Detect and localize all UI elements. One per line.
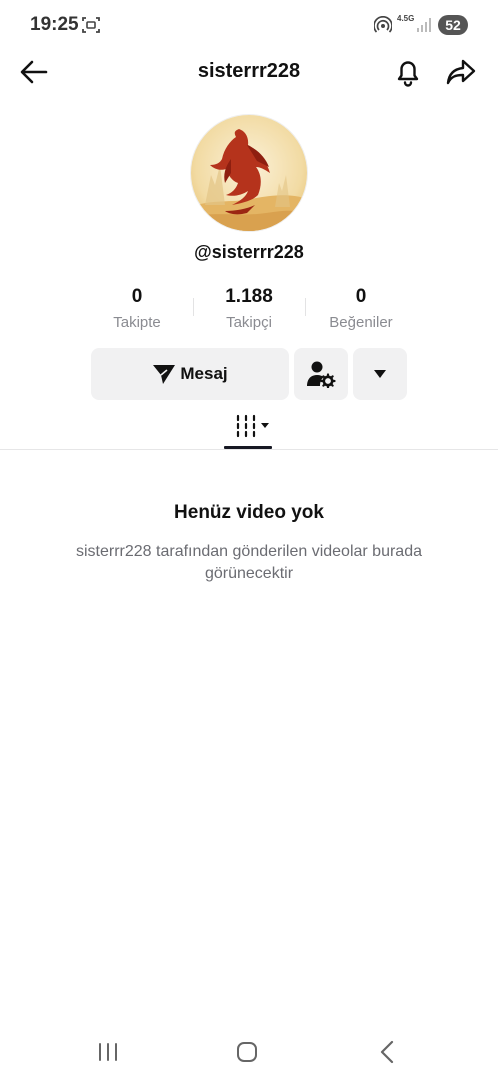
dragon-avatar-image — [191, 115, 307, 231]
hotspot-icon — [374, 16, 392, 33]
stat-divider — [193, 298, 194, 316]
avatar[interactable] — [190, 114, 308, 232]
stat-following-label: Takipte — [113, 314, 161, 331]
stat-following-value: 0 — [131, 286, 143, 307]
battery-indicator: 52 — [438, 15, 468, 35]
status-time: 19:25 — [30, 14, 79, 35]
more-dropdown-button[interactable] — [353, 348, 407, 400]
grid-filter-icon[interactable] — [234, 414, 274, 438]
share-icon[interactable] — [444, 56, 478, 88]
stat-followers-value: 1.188 — [225, 286, 273, 307]
stat-following[interactable]: 0 Takipte — [87, 286, 187, 331]
empty-state-title: Henüz video yok — [174, 502, 324, 523]
back-icon[interactable] — [378, 1040, 396, 1064]
stat-followers[interactable]: 1.188 Takipçi — [199, 286, 299, 331]
stat-likes-label: Beğeniler — [329, 314, 393, 331]
home-icon[interactable] — [236, 1041, 258, 1063]
tab-divider — [0, 449, 498, 450]
screen-recorder-icon — [82, 17, 100, 33]
message-button-label: Mesaj — [180, 364, 228, 383]
stat-likes-value: 0 — [355, 286, 367, 307]
stat-divider — [305, 298, 306, 316]
signal-icon — [417, 18, 431, 32]
caret-down-icon — [374, 370, 386, 378]
stat-likes[interactable]: 0 Beğeniler — [311, 286, 411, 331]
message-button[interactable]: Mesaj — [91, 348, 289, 400]
recent-apps-icon[interactable] — [96, 1042, 120, 1062]
stat-followers-label: Takipçi — [226, 314, 272, 331]
user-settings-button[interactable] — [294, 348, 348, 400]
user-settings-icon — [307, 361, 336, 388]
send-icon — [153, 365, 176, 384]
network-type: 4.5G — [397, 14, 415, 23]
profile-handle: @sisterrr228 — [194, 242, 304, 262]
bell-icon[interactable] — [392, 56, 424, 88]
empty-state-description: sisterrr228 tarafından gönderilen videol… — [76, 543, 422, 582]
